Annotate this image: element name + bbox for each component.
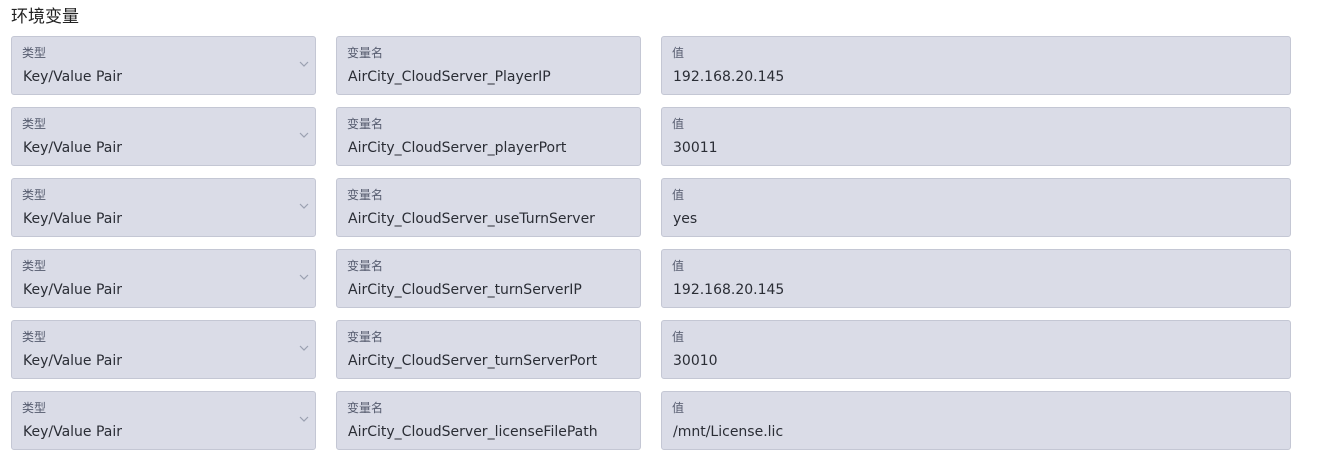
env-var-row: 类型 Key/Value Pair 变量名 AirCity_CloudServe… (11, 391, 1291, 452)
type-label: 类型 (22, 330, 47, 344)
variable-value-label: 值 (672, 330, 685, 344)
env-var-row: 类型 Key/Value Pair 变量名 AirCity_CloudServe… (11, 178, 1291, 239)
variable-name-value: AirCity_CloudServer_turnServerPort (348, 353, 597, 369)
type-label: 类型 (22, 401, 47, 415)
variable-value-field[interactable]: 值 30011 (661, 107, 1291, 166)
variable-value-field[interactable]: 值 yes (661, 178, 1291, 237)
chevron-down-icon[interactable] (299, 415, 309, 423)
type-value: Key/Value Pair (23, 353, 123, 369)
variable-name-label: 变量名 (347, 401, 384, 415)
variable-value-label: 值 (672, 117, 685, 131)
variable-name-field[interactable]: 变量名 AirCity_CloudServer_turnServerPort (336, 320, 641, 379)
env-var-row: 类型 Key/Value Pair 变量名 AirCity_CloudServe… (11, 36, 1291, 97)
variable-name-field[interactable]: 变量名 AirCity_CloudServer_playerPort (336, 107, 641, 166)
variable-value-label: 值 (672, 401, 685, 415)
type-select[interactable]: 类型 Key/Value Pair (11, 107, 316, 166)
variable-value-text: 30010 (673, 353, 718, 369)
variable-name-label: 变量名 (347, 117, 384, 131)
type-value: Key/Value Pair (23, 69, 123, 85)
type-select[interactable]: 类型 Key/Value Pair (11, 178, 316, 237)
chevron-down-icon[interactable] (299, 60, 309, 68)
variable-value-field[interactable]: 值 192.168.20.145 (661, 36, 1291, 95)
variable-value-text: 192.168.20.145 (673, 282, 785, 298)
variable-value-text: yes (673, 211, 698, 227)
variable-name-label: 变量名 (347, 330, 384, 344)
type-select[interactable]: 类型 Key/Value Pair (11, 249, 316, 308)
type-label: 类型 (22, 117, 47, 131)
variable-value-text: 192.168.20.145 (673, 69, 785, 85)
type-select[interactable]: 类型 Key/Value Pair (11, 36, 316, 95)
variable-name-field[interactable]: 变量名 AirCity_CloudServer_PlayerIP (336, 36, 641, 95)
type-label: 类型 (22, 259, 47, 273)
variable-name-value: AirCity_CloudServer_useTurnServer (348, 211, 595, 227)
type-label: 类型 (22, 46, 47, 60)
type-value: Key/Value Pair (23, 424, 123, 440)
variable-value-field[interactable]: 值 /mnt/License.lic (661, 391, 1291, 450)
variable-name-label: 变量名 (347, 259, 384, 273)
chevron-down-icon[interactable] (299, 202, 309, 210)
chevron-down-icon[interactable] (299, 344, 309, 352)
env-var-row: 类型 Key/Value Pair 变量名 AirCity_CloudServe… (11, 320, 1291, 381)
variable-name-value: AirCity_CloudServer_PlayerIP (348, 69, 551, 85)
variable-value-text: 30011 (673, 140, 718, 156)
section-title: 环境变量 (11, 7, 79, 27)
variable-value-label: 值 (672, 188, 685, 202)
variable-value-field[interactable]: 值 192.168.20.145 (661, 249, 1291, 308)
variable-value-label: 值 (672, 46, 685, 60)
type-value: Key/Value Pair (23, 211, 123, 227)
type-value: Key/Value Pair (23, 140, 123, 156)
variable-name-value: AirCity_CloudServer_playerPort (348, 140, 567, 156)
env-var-list: 类型 Key/Value Pair 变量名 AirCity_CloudServe… (11, 36, 1291, 462)
variable-value-field[interactable]: 值 30010 (661, 320, 1291, 379)
variable-name-value: AirCity_CloudServer_licenseFilePath (348, 424, 598, 440)
chevron-down-icon[interactable] (299, 131, 309, 139)
type-select[interactable]: 类型 Key/Value Pair (11, 391, 316, 450)
variable-name-field[interactable]: 变量名 AirCity_CloudServer_licenseFilePath (336, 391, 641, 450)
variable-value-label: 值 (672, 259, 685, 273)
variable-name-label: 变量名 (347, 188, 384, 202)
variable-value-text: /mnt/License.lic (673, 424, 784, 440)
type-value: Key/Value Pair (23, 282, 123, 298)
env-var-row: 类型 Key/Value Pair 变量名 AirCity_CloudServe… (11, 249, 1291, 310)
type-label: 类型 (22, 188, 47, 202)
variable-name-field[interactable]: 变量名 AirCity_CloudServer_turnServerIP (336, 249, 641, 308)
chevron-down-icon[interactable] (299, 273, 309, 281)
variable-name-field[interactable]: 变量名 AirCity_CloudServer_useTurnServer (336, 178, 641, 237)
type-select[interactable]: 类型 Key/Value Pair (11, 320, 316, 379)
variable-name-label: 变量名 (347, 46, 384, 60)
env-var-row: 类型 Key/Value Pair 变量名 AirCity_CloudServe… (11, 107, 1291, 168)
variable-name-value: AirCity_CloudServer_turnServerIP (348, 282, 582, 298)
